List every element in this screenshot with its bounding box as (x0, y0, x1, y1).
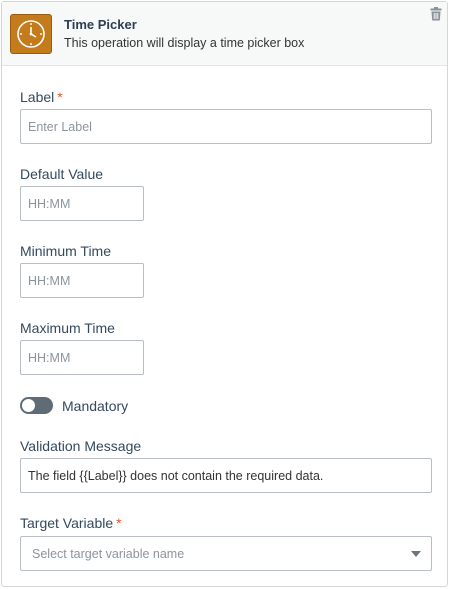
validation-message-input[interactable] (20, 458, 432, 493)
validation-message-label: Validation Message (20, 438, 142, 454)
target-variable-select[interactable]: Select target variable name (20, 536, 432, 571)
card-title: Time Picker (64, 17, 137, 32)
maximum-time-input[interactable] (20, 340, 144, 375)
target-variable-label: Target Variable * (20, 515, 122, 531)
mandatory-label: Mandatory (62, 398, 129, 414)
clock-icon (10, 14, 52, 54)
mandatory-toggle[interactable] (20, 397, 53, 414)
toggle-knob (22, 399, 35, 412)
minimum-time-input[interactable] (20, 263, 144, 298)
card-description: This operation will display a time picke… (64, 36, 305, 50)
required-marker: * (116, 515, 122, 531)
default-value-label: Default Value (20, 166, 104, 182)
maximum-time-label: Maximum Time (20, 320, 115, 336)
default-value-input[interactable] (20, 186, 144, 221)
label-field-label: Label * (20, 89, 63, 105)
target-variable-label-text: Target Variable (20, 515, 114, 531)
required-marker: * (57, 89, 63, 105)
chevron-down-icon[interactable] (411, 551, 421, 557)
label-field-label-text: Label (20, 89, 55, 105)
minimum-time-label: Minimum Time (20, 243, 112, 259)
card-header: Time Picker This operation will display … (2, 2, 447, 66)
time-picker-card: Time Picker This operation will display … (1, 1, 448, 587)
label-input[interactable] (20, 109, 432, 144)
trash-icon[interactable] (430, 7, 442, 21)
target-variable-placeholder: Select target variable name (32, 547, 185, 561)
